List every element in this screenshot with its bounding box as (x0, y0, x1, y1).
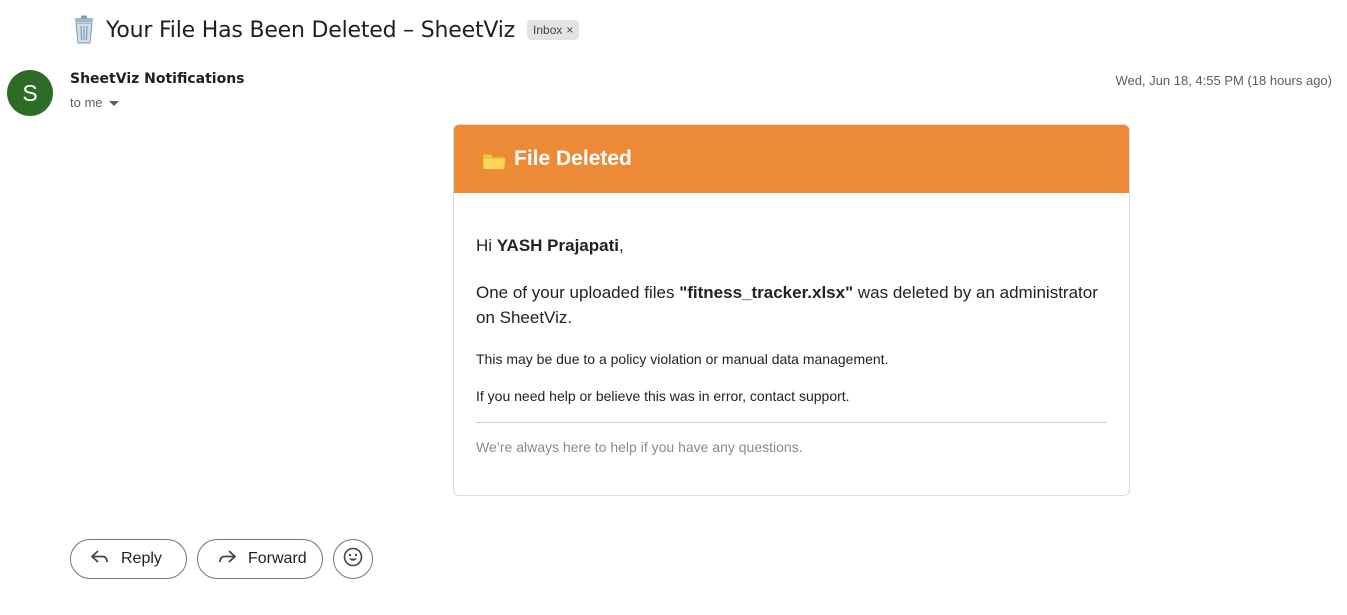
message-body: Hi YASH Prajapati, One of your uploaded … (454, 236, 1129, 455)
emoji-reaction-button[interactable] (333, 539, 373, 579)
recipient-text: to me (70, 95, 103, 110)
greeting-suffix: , (619, 236, 624, 255)
support-note: If you need help or believe this was in … (476, 388, 850, 404)
trash-can-icon (70, 15, 98, 45)
email-subject: Your File Has Been Deleted – SheetViz (106, 17, 516, 43)
deleted-file-name: "fitness_tracker.xlsx" (679, 283, 854, 302)
email-subject-row: Your File Has Been Deleted – SheetViz In… (70, 12, 580, 48)
folder-icon (482, 151, 506, 171)
inbox-label-badge[interactable]: Inbox × (527, 20, 580, 40)
reply-label: Reply (121, 550, 162, 567)
email-timestamp: Wed, Jun 18, 4:55 PM (18 hours ago) (1115, 73, 1332, 88)
recipient-name: YASH Prajapati (496, 236, 619, 255)
message-card: File Deleted Hi YASH Prajapati, One of y… (453, 124, 1130, 496)
remove-label-icon[interactable]: × (566, 23, 573, 37)
reply-arrow-icon (90, 549, 109, 569)
recipient-details-toggle[interactable]: to me (70, 95, 119, 110)
divider (476, 422, 1107, 423)
forward-button[interactable]: Forward (197, 539, 323, 579)
deletion-reason: This may be due to a policy violation or… (476, 351, 889, 367)
message-header-banner: File Deleted (454, 125, 1129, 193)
forward-label: Forward (248, 550, 307, 567)
deletion-notice: One of your uploaded files "fitness_trac… (476, 280, 1106, 330)
forward-arrow-icon (218, 549, 237, 569)
greeting: Hi YASH Prajapati, (476, 236, 1107, 256)
message-header-title: File Deleted (514, 147, 632, 170)
notice-prefix: One of your uploaded files (476, 283, 680, 302)
sender-name[interactable]: SheetViz Notifications (70, 71, 245, 87)
inbox-label-text: Inbox (533, 23, 563, 37)
message-footer: We’re always here to help if you have an… (476, 439, 803, 455)
chevron-down-icon (108, 101, 119, 106)
sender-avatar[interactable]: S (7, 70, 53, 116)
smiley-icon (343, 547, 363, 572)
greeting-prefix: Hi (476, 236, 497, 255)
reply-button[interactable]: Reply (70, 539, 187, 579)
reply-actions: Reply Forward (70, 539, 373, 579)
